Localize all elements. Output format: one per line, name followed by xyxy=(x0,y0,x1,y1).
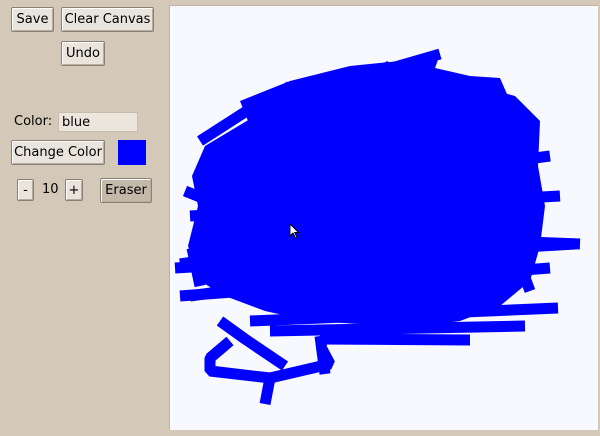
change-color-button[interactable]: Change Color xyxy=(11,140,105,165)
clear-canvas-button[interactable]: Clear Canvas xyxy=(61,7,154,32)
scribble-layer xyxy=(174,48,581,406)
brush-increase-button[interactable]: + xyxy=(65,179,83,201)
color-field[interactable] xyxy=(58,112,138,132)
undo-button[interactable]: Undo xyxy=(61,41,105,66)
scribble-stroke xyxy=(319,333,471,346)
brush-decrease-button[interactable]: - xyxy=(17,179,34,201)
save-button[interactable]: Save xyxy=(11,7,54,32)
color-label: Color: xyxy=(14,114,53,129)
brush-size-value: 10 xyxy=(42,182,59,197)
paint-app-window: Save Clear Canvas Undo Color: Change Col… xyxy=(0,0,600,436)
eraser-button[interactable]: Eraser xyxy=(100,178,152,203)
color-swatch xyxy=(118,140,146,165)
scribble-stroke xyxy=(186,246,206,288)
scribble-stroke xyxy=(449,95,511,112)
drawing-canvas[interactable] xyxy=(169,5,598,430)
scribble-stroke xyxy=(314,335,331,375)
blue-scribble xyxy=(174,48,581,406)
scribble-stroke xyxy=(269,320,526,337)
